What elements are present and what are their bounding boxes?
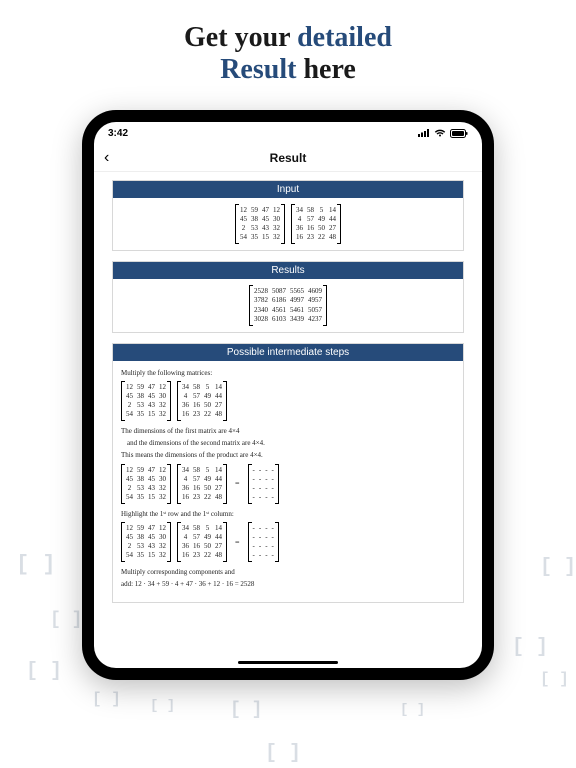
status-bar: 3:42 bbox=[94, 122, 482, 144]
results-card: Results 25285087556546093782618649974957… bbox=[112, 261, 464, 332]
equals-sign-2: = bbox=[233, 538, 242, 547]
chevron-left-icon: ‹ bbox=[104, 149, 109, 167]
input-card-header: Input bbox=[113, 181, 463, 198]
step1-matrix-b: 345851445749443616502716232248 bbox=[177, 381, 227, 421]
steps-card-body: Multiply the following matrices: 1259471… bbox=[113, 361, 463, 602]
step1-matrix-a: 1259471245384530253433254351532 bbox=[121, 381, 171, 421]
promo-text-1: Get your bbox=[184, 22, 297, 53]
bracket-decoration: [ ] bbox=[540, 670, 569, 688]
bracket-decoration: [ ] bbox=[26, 660, 62, 683]
input-matrix-a: 1259471245384530253433254351532 bbox=[235, 204, 285, 244]
input-matrix-b: 345851445749443616502716232248 bbox=[291, 204, 341, 244]
back-button[interactable]: ‹ bbox=[104, 144, 109, 171]
result-content[interactable]: Input 1259471245384530253433254351532 34… bbox=[94, 172, 482, 668]
promo-text-2: here bbox=[296, 54, 355, 85]
bracket-decoration: [ ] bbox=[540, 556, 576, 579]
step2-matrix-a: 1259471245384530253433254351532 bbox=[121, 464, 171, 504]
step-1-text: Multiply the following matrices: bbox=[121, 369, 455, 378]
step-2: The dimensions of the first matrix are 4… bbox=[121, 427, 455, 504]
equals-sign: = bbox=[233, 479, 242, 488]
bracket-decoration: [ ] bbox=[512, 636, 548, 659]
step-3-text: Highlight the 1ˢᵗ row and the 1ˢᵗ column… bbox=[121, 510, 455, 519]
nav-bar: ‹ Result bbox=[94, 144, 482, 172]
step-2-text-3: This means the dimensions of the product… bbox=[121, 451, 455, 460]
step3-matrix-b: 345851445749443616502716232248 bbox=[177, 522, 227, 562]
steps-card-header: Possible intermediate steps bbox=[113, 344, 463, 361]
bracket-decoration: [ ] bbox=[16, 552, 56, 577]
steps-card: Possible intermediate steps Multiply the… bbox=[112, 343, 464, 603]
bracket-decoration: [ ] bbox=[92, 690, 121, 708]
step-1: Multiply the following matrices: 1259471… bbox=[121, 369, 455, 421]
promo-title: Get your detailed Result here bbox=[0, 0, 576, 104]
promo-accent-1: detailed bbox=[297, 22, 392, 53]
promo-accent-2: Result bbox=[220, 54, 296, 85]
step3-matrix-placeholder: ---------------- bbox=[248, 522, 279, 562]
step-4: Multiply corresponding components and ad… bbox=[121, 568, 455, 589]
step-4-text: Multiply corresponding components and bbox=[121, 568, 455, 577]
step2-matrix-b: 345851445749443616502716232248 bbox=[177, 464, 227, 504]
tablet-screen: 3:42 ‹ Result bbox=[94, 122, 482, 668]
step2-matrix-placeholder: ---------------- bbox=[248, 464, 279, 504]
bracket-decoration: [ ] bbox=[400, 702, 425, 718]
tablet-frame: 3:42 ‹ Result bbox=[82, 110, 494, 680]
status-time: 3:42 bbox=[108, 128, 128, 139]
step3-matrix-a: 1259471245384530253433254351532 bbox=[121, 522, 171, 562]
bracket-decoration: [ ] bbox=[265, 742, 301, 765]
input-card: Input 1259471245384530253433254351532 34… bbox=[112, 180, 464, 251]
wifi-icon bbox=[434, 129, 446, 137]
battery-icon bbox=[450, 129, 468, 138]
step-4-sub: add: 12 · 34 + 59 · 4 + 47 · 36 + 12 · 1… bbox=[121, 580, 455, 589]
step-3: Highlight the 1ˢᵗ row and the 1ˢᵗ column… bbox=[121, 510, 455, 562]
promo-page: Get your detailed Result here [ ] [ ] [ ] [… bbox=[0, 0, 576, 768]
step-2-text-2: and the dimensions of the second matrix … bbox=[121, 439, 455, 448]
input-card-body: 1259471245384530253433254351532 34585144… bbox=[113, 198, 463, 250]
results-card-body: 2528508755654609378261864997495723404561… bbox=[113, 279, 463, 331]
step-2-text-1: The dimensions of the first matrix are 4… bbox=[121, 427, 455, 436]
cellular-icon bbox=[418, 129, 430, 137]
bracket-decoration: [ ] bbox=[230, 700, 262, 720]
home-indicator[interactable] bbox=[238, 661, 338, 664]
results-card-header: Results bbox=[113, 262, 463, 279]
page-title: Result bbox=[270, 151, 307, 165]
status-right bbox=[418, 129, 468, 138]
bracket-decoration: [ ] bbox=[50, 610, 82, 630]
bracket-decoration: [ ] bbox=[150, 698, 175, 714]
result-matrix: 2528508755654609378261864997495723404561… bbox=[249, 285, 327, 325]
